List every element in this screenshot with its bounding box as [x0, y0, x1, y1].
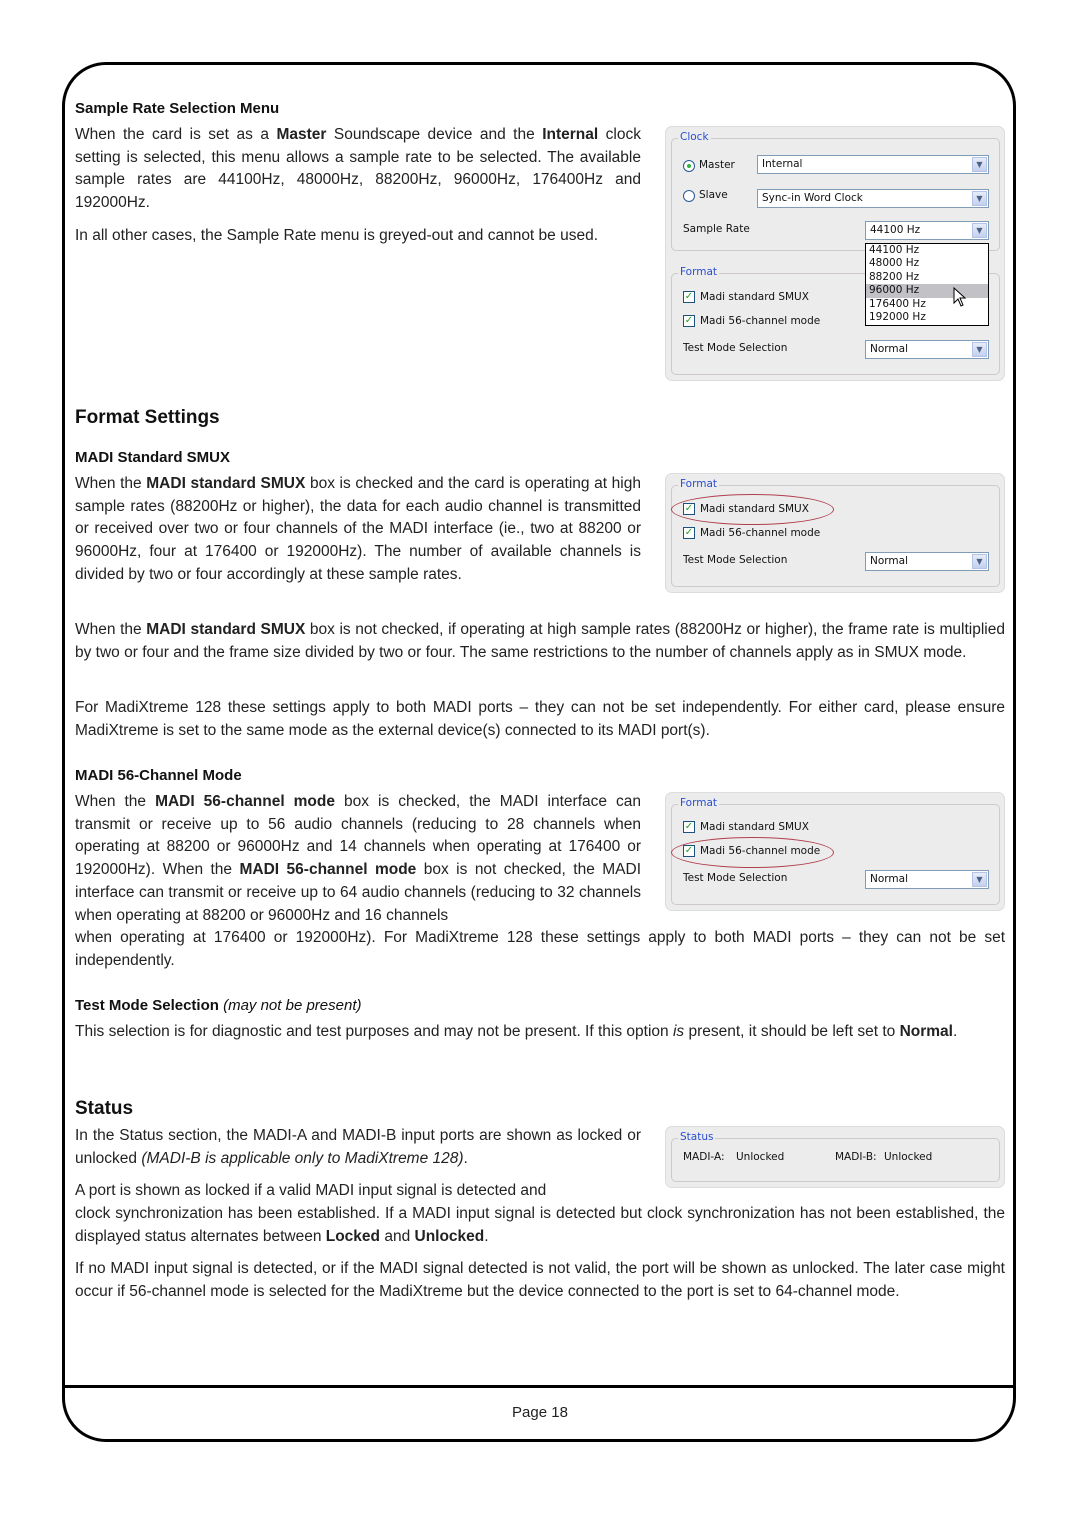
- test-mode-heading: Test Mode Selection (may not be present): [75, 997, 362, 1014]
- slave-source-select[interactable]: Sync-in Word Clock ▼: [757, 189, 989, 208]
- test-mode-select[interactable]: Normal ▼: [865, 340, 989, 359]
- ch56-heading: MADI 56-Channel Mode: [75, 767, 242, 784]
- status-paragraph-2-start: A port is shown as locked if a valid MAD…: [75, 1182, 547, 1199]
- smux-checkbox[interactable]: ✓: [683, 291, 695, 303]
- test-mode-value: Normal: [870, 343, 908, 355]
- sample-rate-value: 44100 Hz: [870, 224, 921, 236]
- highlight-ellipse: [671, 494, 834, 525]
- slave-radio[interactable]: [683, 190, 695, 202]
- madi-b-status: Unlocked: [884, 1151, 933, 1163]
- format-dialog-ch56: Format ✓ Madi standard SMUX ✓ Madi 56-ch…: [666, 793, 1004, 910]
- madi-a-label: MADI-A:: [683, 1151, 725, 1163]
- format-group-label: Format: [678, 478, 720, 490]
- test-mode-select[interactable]: Normal ▼: [865, 870, 989, 889]
- madi-b-label: MADI-B:: [835, 1151, 877, 1163]
- smux-paragraph-2: When the MADI standard SMUX box is not c…: [75, 621, 1005, 661]
- status-heading: Status: [75, 1098, 134, 1119]
- smux-label: Madi standard SMUX: [700, 291, 809, 303]
- test-mode-label: Test Mode Selection: [683, 872, 788, 884]
- ch56-checkbox[interactable]: ✓: [683, 315, 695, 327]
- sample-rate-option[interactable]: 176400 Hz: [866, 298, 988, 311]
- sample-rate-paragraph-2: In all other cases, the Sample Rate menu…: [75, 227, 599, 244]
- madi-a-status: Unlocked: [736, 1151, 785, 1163]
- sample-rate-option-highlighted[interactable]: 96000 Hz: [866, 284, 988, 298]
- sample-rate-option[interactable]: 44100 Hz: [866, 244, 988, 257]
- sample-rate-paragraph-1: When the card is set as a Master Soundsc…: [75, 126, 641, 212]
- sample-rate-select[interactable]: 44100 Hz ▼: [865, 221, 989, 240]
- status-paragraph-1: In the Status section, the MADI-A and MA…: [75, 1127, 641, 1167]
- format-settings-heading: Format Settings: [75, 407, 220, 428]
- test-mode-label: Test Mode Selection: [683, 342, 788, 354]
- master-label: Master: [699, 159, 735, 171]
- test-mode-paragraph: This selection is for diagnostic and tes…: [75, 1023, 958, 1040]
- chevron-down-icon[interactable]: ▼: [972, 191, 987, 206]
- footer-divider: [62, 1385, 1016, 1388]
- smux-checkbox[interactable]: ✓: [683, 821, 695, 833]
- test-mode-select[interactable]: Normal ▼: [865, 552, 989, 571]
- page-number: Page 18: [512, 1404, 568, 1421]
- chevron-down-icon[interactable]: ▼: [972, 342, 987, 357]
- sample-rate-label: Sample Rate: [683, 223, 750, 235]
- ch56-paragraph: When the MADI 56-channel mode box is che…: [75, 793, 642, 924]
- chevron-down-icon[interactable]: ▼: [972, 554, 987, 569]
- slave-source-value: Sync-in Word Clock: [762, 192, 863, 204]
- status-group-label: Status: [678, 1131, 716, 1143]
- status-paragraph-3: If no MADI input signal is detected, or …: [75, 1260, 1005, 1300]
- format-group-label: Format: [678, 797, 720, 809]
- test-mode-value: Normal: [870, 555, 908, 567]
- test-mode-value: Normal: [870, 873, 908, 885]
- test-mode-label: Test Mode Selection: [683, 554, 788, 566]
- ch56-paragraph-continued: when operating at 176400 or 192000Hz). F…: [75, 929, 1005, 969]
- mouse-cursor-icon: [953, 287, 967, 307]
- sample-rate-option[interactable]: 88200 Hz: [866, 271, 988, 284]
- sample-rate-option[interactable]: 48000 Hz: [866, 257, 988, 270]
- smux-heading: MADI Standard SMUX: [75, 449, 231, 466]
- ch56-checkbox[interactable]: ✓: [683, 527, 695, 539]
- status-dialog: Status MADI-A: Unlocked MADI-B: Unlocked: [666, 1127, 1004, 1187]
- master-source-value: Internal: [762, 158, 803, 170]
- chevron-down-icon[interactable]: ▼: [972, 157, 987, 172]
- clock-dialog: Clock Master Internal ▼ Slave Sync-in Wo…: [666, 127, 1004, 380]
- sample-rate-heading: Sample Rate Selection Menu: [75, 100, 280, 117]
- chevron-down-icon[interactable]: ▼: [972, 872, 987, 887]
- format-dialog-smux: Format ✓ Madi standard SMUX ✓ Madi 56-ch…: [666, 474, 1004, 592]
- chevron-down-icon[interactable]: ▼: [972, 223, 987, 238]
- highlight-ellipse: [671, 837, 834, 868]
- slave-label: Slave: [699, 189, 728, 201]
- clock-group-label: Clock: [678, 131, 711, 143]
- ch56-label: Madi 56-channel mode: [700, 315, 821, 327]
- master-radio[interactable]: [683, 160, 695, 172]
- sample-rate-dropdown-list: 44100 Hz 48000 Hz 88200 Hz 96000 Hz 1764…: [865, 243, 989, 326]
- ch56-label: Madi 56-channel mode: [700, 527, 821, 539]
- sample-rate-option[interactable]: 192000 Hz: [866, 311, 988, 324]
- status-paragraph-2: clock synchronization has been establish…: [75, 1205, 1005, 1245]
- format-group-label: Format: [678, 266, 720, 278]
- smux-paragraph-3: For MadiXtreme 128 these settings apply …: [75, 699, 1005, 739]
- smux-paragraph-1: When the MADI standard SMUX box is check…: [75, 475, 641, 583]
- master-source-select[interactable]: Internal ▼: [757, 155, 989, 174]
- smux-label: Madi standard SMUX: [700, 821, 809, 833]
